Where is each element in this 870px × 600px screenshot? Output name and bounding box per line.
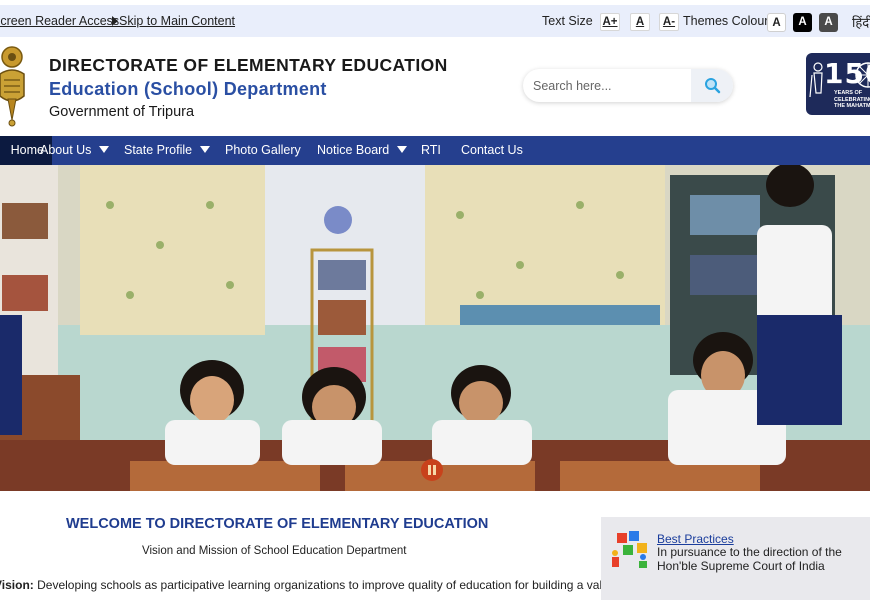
vision-mission-subheading: Vision and Mission of School Education D…: [142, 545, 407, 557]
text-size-decrease-button[interactable]: A-: [659, 13, 679, 31]
banner-caption: YEARS OF CELEBRATING THE MAHATMA: [834, 90, 870, 109]
banner-number: 150: [824, 57, 870, 90]
vision-paragraph: Vision: Developing schools as participat…: [0, 578, 619, 592]
search-input[interactable]: [533, 76, 693, 96]
chevron-down-icon: [200, 146, 211, 153]
hero-slider-image: [0, 165, 870, 491]
nav-item-contact-us[interactable]: Contact Us: [461, 136, 523, 165]
theme-light-button[interactable]: A: [767, 13, 786, 32]
welcome-heading: WELCOME TO DIRECTORATE OF ELEMENTARY EDU…: [66, 516, 489, 532]
skip-label: Skip to Main Content: [119, 14, 236, 28]
best-practices-link[interactable]: Best Practices: [657, 532, 734, 546]
chevron-down-icon: [397, 146, 408, 153]
search-button[interactable]: [691, 69, 733, 102]
department-name: Education (School) Department: [49, 79, 327, 99]
skip-to-main-link[interactable]: Skip to Main Content: [112, 14, 235, 28]
accessibility-bar: Screen Reader Access Skip to Main Conten…: [0, 5, 870, 37]
site-title: DIRECTORATE OF ELEMENTARY EDUCATION: [49, 55, 448, 75]
language-toggle-link[interactable]: हिंदी: [852, 13, 870, 31]
vision-text: Developing schools as participative lear…: [33, 578, 620, 592]
nav-item-state-profile[interactable]: State Profile: [124, 136, 211, 165]
gandhi-150-banner[interactable]: 150 YEARS OF CELEBRATING THE MAHATMA: [806, 53, 870, 115]
slider-pause-button[interactable]: [421, 459, 443, 481]
search-box: [523, 69, 733, 102]
search-icon: [705, 78, 721, 94]
nav-item-rti[interactable]: RTI: [421, 136, 441, 165]
theme-grey-button[interactable]: A: [819, 13, 838, 32]
chevron-down-icon: [99, 146, 110, 153]
theme-dark-button[interactable]: A: [793, 13, 812, 32]
best-practices-text: In pursuance to the direction of the Hon…: [657, 545, 842, 573]
nav-item-photo-gallery[interactable]: Photo Gallery: [225, 136, 301, 165]
text-size-normal-button[interactable]: A: [630, 13, 650, 31]
nav-item-notice-board[interactable]: Notice Board: [317, 136, 408, 165]
best-practices-card: Best Practices In pursuance to the direc…: [601, 517, 870, 600]
screen-reader-access-link[interactable]: Screen Reader Access: [0, 14, 119, 28]
text-size-label: Text Size: [542, 14, 593, 28]
tripura-emblem-logo[interactable]: [0, 44, 34, 128]
children-blocks-icon: [612, 531, 647, 568]
nav-label-notice-board: Notice Board: [317, 143, 390, 157]
main-navigation: Home About Us State Profile Photo Galler…: [0, 136, 870, 165]
government-name: Government of Tripura: [49, 104, 195, 120]
classroom-photo: [0, 165, 870, 491]
themes-colour-label: Themes Colour: [683, 14, 769, 28]
vision-label: Vision:: [0, 578, 34, 592]
nav-label-about-us: About Us: [40, 143, 92, 157]
nav-label-state-profile: State Profile: [124, 143, 193, 157]
skip-arrow-icon: [112, 16, 118, 26]
nav-item-about-us[interactable]: About Us: [40, 136, 110, 165]
text-size-increase-button[interactable]: A+: [600, 13, 620, 31]
